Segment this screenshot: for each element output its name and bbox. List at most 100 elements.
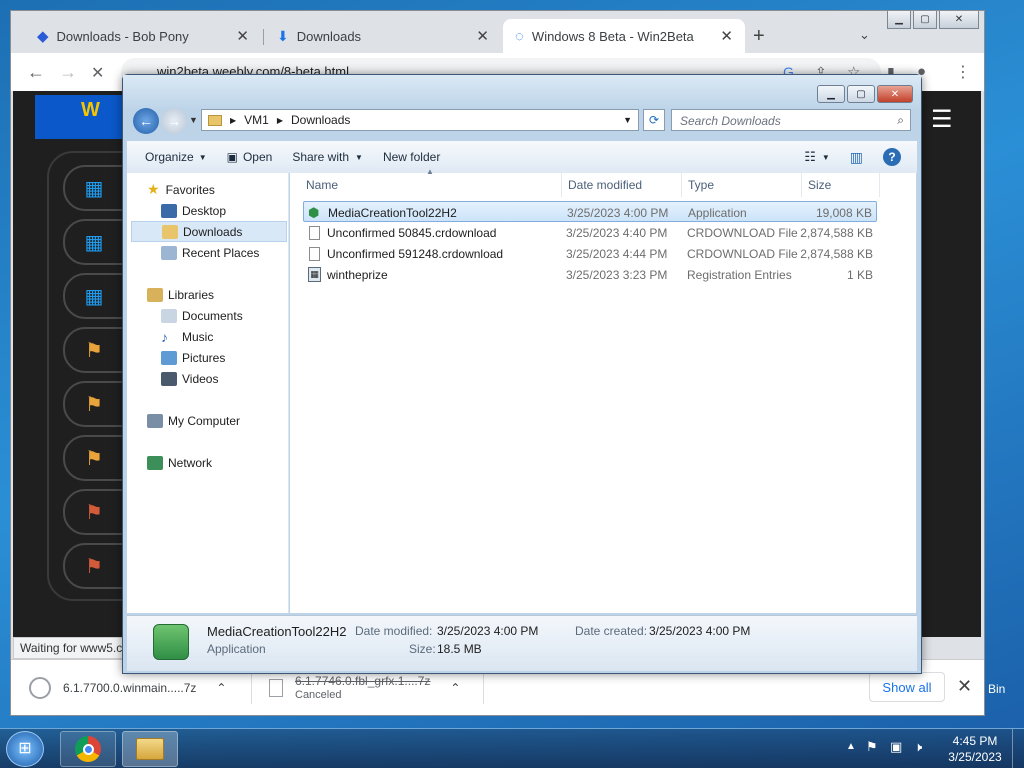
nav-label: Desktop	[182, 203, 227, 218]
organize-button[interactable]: Organize ▼	[127, 150, 217, 164]
tab-label: Downloads - Bob Pony	[56, 28, 189, 44]
breadcrumb-vm1[interactable]: VM1	[244, 113, 269, 127]
recycle-bin-label[interactable]: Bin	[988, 682, 1005, 696]
search-input[interactable]: Search Downloads ⌕	[671, 109, 911, 131]
nav-documents[interactable]: Documents	[161, 305, 243, 326]
windows-flag-icon[interactable]: ⚑	[63, 327, 125, 373]
windows-logo-icon[interactable]: ▦	[63, 219, 125, 265]
download-divider	[483, 672, 484, 704]
help-icon[interactable]: ?	[873, 148, 917, 166]
nav-desktop[interactable]: Desktop	[161, 200, 226, 221]
history-dropdown-icon[interactable]: ▼	[189, 115, 198, 125]
column-size[interactable]: Size	[802, 173, 880, 197]
minimize-button[interactable]: ▁	[817, 85, 845, 103]
nav-music[interactable]: ♪ Music	[161, 326, 213, 347]
refresh-icon[interactable]: ⟳	[643, 109, 665, 131]
date-modified-value: 3/25/2023 4:00 PM	[437, 624, 539, 638]
menu-icon[interactable]: ⋮	[955, 62, 971, 82]
view-options-button[interactable]: ☷ ▼	[794, 149, 840, 165]
breadcrumb-downloads[interactable]: Downloads	[291, 113, 350, 127]
nav-videos[interactable]: Videos	[161, 368, 218, 389]
nav-libraries[interactable]: Libraries	[147, 284, 214, 305]
close-icon[interactable]: ✕	[236, 27, 249, 45]
stop-icon[interactable]: ✕	[91, 63, 104, 83]
show-all-button[interactable]: Show all	[869, 672, 945, 702]
application-icon: ⬢	[308, 205, 320, 220]
back-icon[interactable]: ←	[27, 62, 45, 83]
documents-icon	[161, 308, 177, 323]
nav-pictures[interactable]: Pictures	[161, 347, 225, 368]
windows-logo-icon[interactable]: ▦	[63, 165, 125, 211]
download-icon: ⬇	[277, 27, 289, 44]
downloads-folder-icon	[162, 224, 178, 239]
close-button[interactable]: ✕	[877, 85, 913, 103]
show-hidden-icons-icon[interactable]: ▲	[846, 741, 856, 752]
file-row[interactable]: Unconfirmed 591248.crdownload 3/25/2023 …	[303, 243, 877, 264]
file-name: MediaCreationTool22H2	[328, 206, 457, 220]
chevron-up-icon[interactable]: ⌃	[450, 681, 460, 695]
nav-label: Documents	[182, 308, 243, 323]
close-icon[interactable]: ✕	[720, 27, 733, 45]
chrome-taskbar-button[interactable]	[60, 731, 116, 767]
column-name[interactable]: Name	[300, 173, 562, 197]
file-type: CRDOWNLOAD File	[687, 247, 798, 261]
chevron-up-icon[interactable]: ⌃	[216, 681, 226, 695]
nav-network[interactable]: Network	[147, 452, 212, 473]
maximize-button[interactable]: ▢	[913, 11, 937, 29]
file-row[interactable]: ⬢ MediaCreationTool22H2 3/25/2023 4:00 P…	[303, 201, 877, 222]
close-icon[interactable]: ✕	[957, 676, 972, 697]
download-filename: 6.1.7746.0.fbl_grfx.1....7z	[295, 674, 431, 688]
site-logo[interactable]: W	[35, 95, 125, 139]
tab-search-icon[interactable]: ⌄	[859, 27, 870, 43]
nav-recent-places[interactable]: Recent Places	[161, 242, 259, 263]
minimize-button[interactable]: ▁	[887, 11, 911, 29]
windows-flag-icon[interactable]: ⚑	[63, 381, 125, 427]
explorer-taskbar-button[interactable]	[122, 731, 178, 767]
column-date-modified[interactable]: Date modified	[562, 173, 682, 197]
hamburger-icon[interactable]: ☰	[931, 105, 953, 134]
close-icon[interactable]: ✕	[476, 27, 489, 45]
tab-label: Windows 8 Beta - Win2Beta	[531, 28, 694, 44]
address-bar[interactable]: ▶ VM1 ▶ Downloads ▼	[201, 109, 639, 131]
tab-bobpony[interactable]: ◆ Downloads - Bob Pony ✕	[25, 19, 261, 53]
share-with-button[interactable]: Share with ▼	[282, 150, 373, 164]
clock[interactable]: 4:45 PM 3/25/2023	[940, 733, 1010, 765]
forward-icon[interactable]: →	[59, 62, 77, 83]
address-dropdown-icon[interactable]: ▼	[623, 115, 632, 125]
size-label: Size:	[409, 642, 436, 656]
tab-win2beta[interactable]: ◌ Windows 8 Beta - Win2Beta ✕	[503, 19, 745, 53]
download-filename: 6.1.7700.0.winmain.....7z	[63, 681, 197, 695]
windows-logo-icon[interactable]: ▦	[63, 273, 125, 319]
nav-my-computer[interactable]: My Computer	[147, 410, 240, 431]
nav-favorites[interactable]: ★ Favorites	[147, 179, 215, 200]
tab-downloads[interactable]: ⬇ Downloads ✕	[265, 19, 501, 53]
file-size: 1 KB	[846, 268, 873, 282]
maximize-button[interactable]: ▢	[847, 85, 875, 103]
back-icon[interactable]: ←	[133, 108, 159, 134]
open-icon: ▣	[226, 150, 238, 164]
new-tab-icon[interactable]: +	[753, 25, 765, 48]
file-row[interactable]: Unconfirmed 50845.crdownload 3/25/2023 4…	[303, 222, 877, 243]
preview-pane-icon[interactable]: ▥	[840, 149, 873, 166]
network-status-icon[interactable]: ▣	[890, 739, 902, 755]
close-button[interactable]: ✕	[939, 11, 979, 29]
size-value: 18.5 MB	[437, 642, 482, 656]
forward-icon[interactable]: →	[161, 108, 187, 134]
nav-downloads[interactable]: Downloads	[131, 221, 287, 242]
clock-date: 3/25/2023	[948, 750, 1002, 764]
windows-flag-icon[interactable]: ⚑	[63, 435, 125, 481]
file-row[interactable]: ▦ wintheprize 3/25/2023 3:23 PM Registra…	[303, 264, 877, 285]
new-folder-button[interactable]: New folder	[373, 150, 450, 164]
show-desktop-button[interactable]	[1012, 729, 1024, 768]
windows-classic-icon[interactable]: ⚑	[63, 489, 125, 535]
star-icon: ★	[147, 181, 160, 197]
column-type[interactable]: Type	[682, 173, 802, 197]
open-button[interactable]: ▣ Open	[217, 150, 283, 164]
windows-classic-icon[interactable]: ⚑	[63, 543, 125, 589]
registry-file-icon: ▦	[308, 267, 321, 282]
application-icon	[153, 624, 189, 660]
action-center-icon[interactable]: ⚑	[866, 739, 878, 755]
file-icon	[309, 226, 320, 240]
volume-icon[interactable]: 🕨	[914, 739, 922, 755]
start-button[interactable]: ⊞	[6, 731, 44, 767]
